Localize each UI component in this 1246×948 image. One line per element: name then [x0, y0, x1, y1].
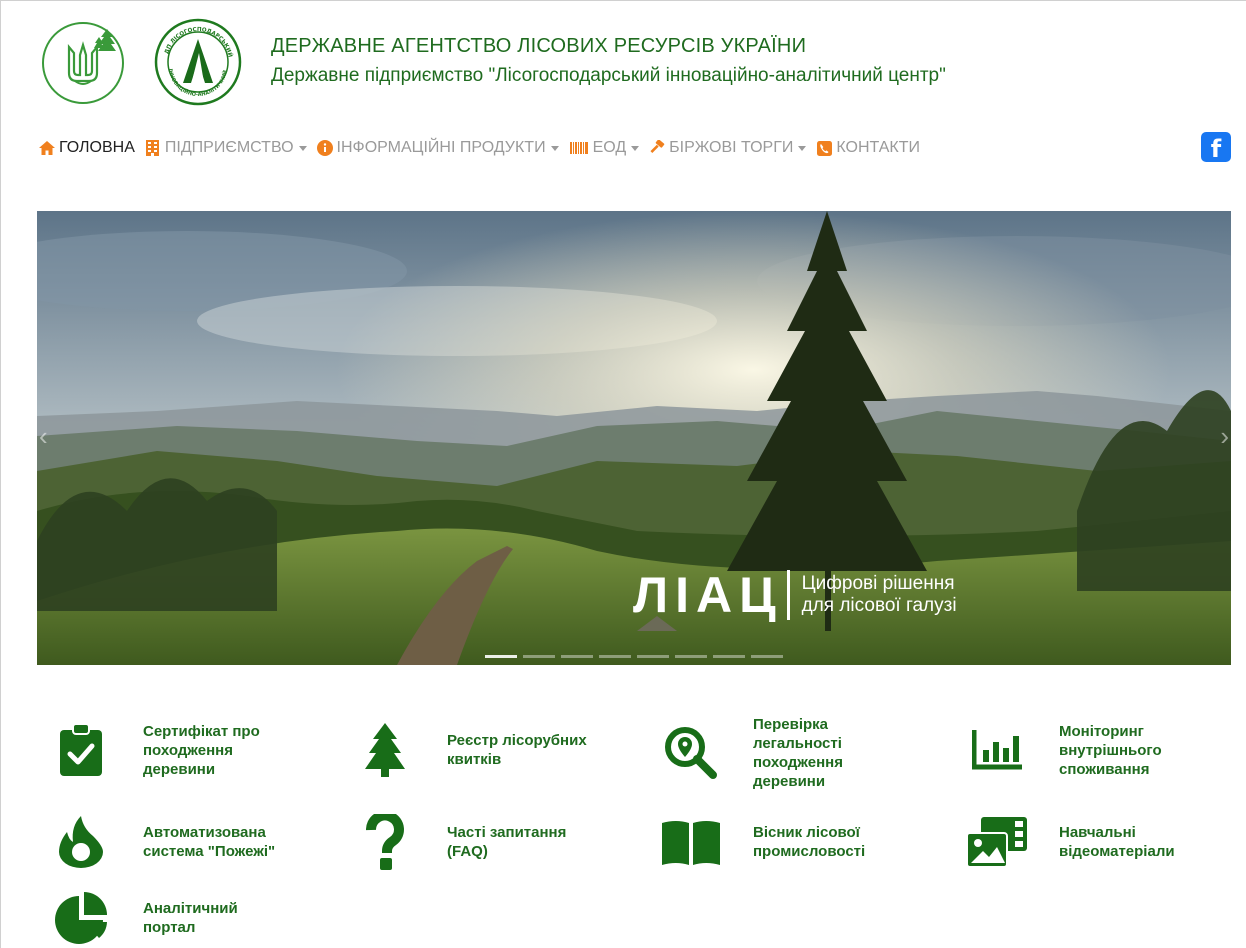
chevron-down-icon [798, 145, 807, 151]
phone-icon [816, 140, 832, 156]
service-label: Сертифікат про походження деревини [143, 722, 260, 778]
service-label: Реєстр лісорубних квитків [447, 732, 587, 768]
service-label: Автоматизована система "Пожежі" [143, 824, 276, 860]
service-fires-system[interactable]: Автоматизована система "Пожежі" [41, 807, 293, 877]
nav-item-contacts[interactable]: КОНТАКТИ [816, 139, 920, 157]
chevron-down-icon [631, 145, 640, 151]
tree-icon [345, 715, 425, 785]
nav-item-enterprise[interactable]: ПІДПРИЄМСТВО [145, 139, 307, 157]
barcode-icon [569, 140, 589, 156]
service-training-videos[interactable]: Навчальні відеоматеріали [957, 807, 1209, 877]
service-label: Вісник лісової промисловості [753, 824, 866, 860]
carousel-next-icon[interactable]: › [1209, 421, 1229, 451]
clipboard-check-icon [41, 715, 121, 785]
service-label: Моніторинг внутрішнього споживання [1059, 722, 1162, 778]
carousel-indicator[interactable] [713, 655, 745, 658]
carousel-indicator[interactable] [561, 655, 593, 658]
carousel-indicator[interactable] [599, 655, 631, 658]
service-forest-industry-bulletin[interactable]: Вісник лісової промисловості [651, 807, 903, 877]
search-location-icon [651, 718, 731, 788]
home-icon [39, 140, 55, 156]
facebook-letter: f [1210, 135, 1222, 162]
service-consumption-monitoring[interactable]: Моніторинг внутрішнього споживання [957, 715, 1209, 785]
service-label: Часті запитання (FAQ) [447, 824, 567, 860]
enterprise-title: Державне підприємство "Лісогосподарський… [271, 65, 946, 86]
carousel-indicator[interactable] [485, 655, 517, 658]
info-icon [316, 140, 333, 156]
carousel-indicator[interactable] [751, 655, 783, 658]
gavel-icon [649, 140, 665, 156]
header-titles: ДЕРЖАВНЕ АГЕНТСТВО ЛІСОВИХ РЕСУРСІВ УКРА… [271, 35, 946, 87]
service-analytical-portal[interactable]: Аналітичний портал [41, 883, 293, 948]
chevron-down-icon [298, 145, 307, 151]
nav-label-home: ГОЛОВНА [59, 139, 135, 156]
service-label: Навчальні відеоматеріали [1059, 824, 1175, 860]
facebook-icon[interactable]: f [1201, 132, 1231, 162]
carousel-prev-icon[interactable]: ‹ [39, 421, 59, 451]
tagline-line-1: Цифрові рішення [801, 573, 955, 594]
brand-separator [786, 570, 790, 620]
main-navbar: ГОЛОВНА ПІДПРИЄМСТВО ІНФОРМАЦІЙНІ ПРОДУК… [39, 136, 930, 160]
building-icon [145, 140, 161, 156]
brand-mark: ЛІАЦ [633, 567, 783, 623]
tagline-line-2: для лісової галузі [801, 595, 957, 616]
service-logging-tickets-register[interactable]: Реєстр лісорубних квитків [345, 715, 597, 785]
nav-label-info-products: ІНФОРМАЦІЙНІ ПРОДУКТИ [336, 139, 546, 156]
service-label: Аналітичний портал [143, 900, 238, 936]
liac-logo-icon[interactable]: ДП ЛІСОГОСПОДАРСЬКИЙ ІННОВАЦІЙНО-АНАЛІТИ… [153, 17, 243, 107]
page-frame: ДП ЛІСОГОСПОДАРСЬКИЙ ІННОВАЦІЙНО-АНАЛІТИ… [0, 0, 1246, 948]
nav-item-info-products[interactable]: ІНФОРМАЦІЙНІ ПРОДУКТИ [316, 139, 559, 157]
pie-chart-icon [41, 883, 121, 948]
carousel-indicators [485, 655, 789, 658]
service-wood-origin-certificate[interactable]: Сертифікат про походження деревини [41, 715, 293, 785]
nav-item-exchange[interactable]: БІРЖОВІ ТОРГИ [649, 139, 807, 157]
trident-logo-icon[interactable] [39, 17, 127, 105]
chevron-down-icon [550, 145, 559, 151]
nav-label-contacts: КОНТАКТИ [836, 139, 921, 156]
photo-video-icon [957, 807, 1037, 877]
bar-chart-icon [957, 715, 1037, 785]
book-icon [651, 807, 731, 877]
nav-label-eod: ЕОД [592, 139, 627, 156]
nav-label-enterprise: ПІДПРИЄМСТВО [164, 139, 294, 156]
service-legality-check[interactable]: Перевірка легальності походження деревин… [651, 715, 903, 791]
nav-item-eod[interactable]: ЕОД [569, 139, 640, 157]
carousel-indicator[interactable] [675, 655, 707, 658]
nav-label-exchange: БІРЖОВІ ТОРГИ [669, 139, 794, 156]
brand-tagline: Цифрові рішення для лісової галузі [802, 573, 957, 617]
site-header: ДП ЛІСОГОСПОДАРСЬКИЙ ІННОВАЦІЙНО-АНАЛІТИ… [39, 17, 1219, 107]
carousel-caption: ЛІАЦ Цифрові рішення для лісової галузі [633, 566, 957, 624]
carousel-indicator[interactable] [523, 655, 555, 658]
service-label: Перевірка легальності походження деревин… [753, 716, 843, 790]
agency-title: ДЕРЖАВНЕ АГЕНТСТВО ЛІСОВИХ РЕСУРСІВ УКРА… [271, 35, 807, 57]
nav-item-home[interactable]: ГОЛОВНА [39, 139, 135, 157]
question-icon [345, 807, 425, 877]
hero-carousel[interactable]: ‹ › ЛІАЦ Цифрові рішення для лісової гал… [37, 211, 1231, 665]
fire-icon [41, 807, 121, 877]
service-faq[interactable]: Часті запитання (FAQ) [345, 807, 597, 877]
carousel-indicator[interactable] [637, 655, 669, 658]
